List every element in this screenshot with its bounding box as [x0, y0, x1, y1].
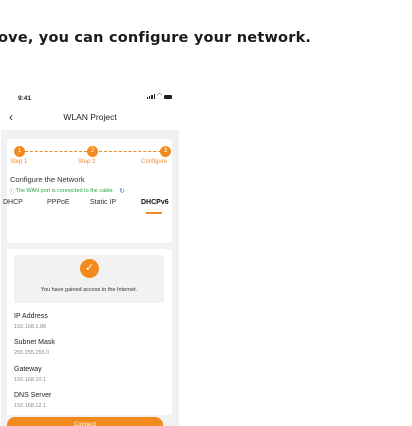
step-2-label: Step 2 — [78, 159, 96, 165]
step-connector — [25, 151, 87, 152]
field-label: IP Address — [14, 313, 48, 320]
field-value: 192.168.10.1 — [14, 377, 47, 383]
field-value: 192.168.12.1 — [14, 403, 47, 409]
dhcpv6-panel: ✓ You have gained access to the Internet… — [7, 249, 172, 415]
field-label: DNS Server — [14, 392, 52, 399]
battery-icon — [164, 94, 172, 99]
status-time: 9:41 — [18, 95, 32, 102]
status-bar: 9:41 ◠ — [1, 84, 179, 106]
page-headline: ove, you can configure your network. — [0, 30, 312, 46]
connection-type-tabs: DHCP PPPoE Static IP DHCPv6 — [3, 199, 172, 214]
signal-icon — [147, 94, 155, 99]
success-box: ✓ You have gained access to the Internet… — [14, 255, 164, 303]
refresh-icon[interactable]: ↻ — [119, 187, 125, 195]
ip-address-field: IP Address 192.168.1.88 — [14, 313, 48, 330]
check-icon: ✓ — [80, 259, 99, 278]
step-3-label: Configure — [141, 159, 168, 165]
step-1-dot: 1 — [14, 146, 25, 157]
field-label: Gateway — [14, 366, 42, 373]
subnet-mask-field: Subnet Mask 255.255.255.0 — [14, 339, 55, 356]
tab-pppoe[interactable]: PPPoE — [47, 199, 70, 206]
field-label: Subnet Mask — [14, 339, 55, 346]
tab-dhcpv6[interactable]: DHCPv6 — [141, 199, 169, 206]
step-progress: 1 2 3 Step 1 Step 2 Configure — [7, 139, 172, 171]
nav-bar: ‹ WLAN Project — [1, 106, 179, 130]
wan-status-note: ⓘ The WAN port is connected to the cable… — [9, 187, 125, 195]
page-title: WLAN Project — [63, 112, 117, 122]
gateway-field: Gateway 192.168.10.1 — [14, 366, 46, 383]
success-message: You have gained access to the Internet. — [40, 287, 138, 293]
section-title: Configure the Network — [10, 175, 85, 184]
status-icons: ◠ — [147, 93, 172, 99]
dns-server-field: DNS Server 192.168.12.1 — [14, 392, 51, 409]
tab-dhcp[interactable]: DHCP — [3, 199, 23, 206]
tab-static-ip[interactable]: Static IP — [90, 199, 116, 206]
field-value: 255.255.255.0 — [14, 350, 50, 356]
active-tab-indicator — [146, 212, 162, 214]
connect-button[interactable]: Connect — [7, 417, 163, 426]
step-2-dot: 2 — [87, 146, 98, 157]
step-3-dot: 3 — [160, 146, 171, 157]
step-connector — [99, 151, 161, 152]
field-value: 192.168.1.88 — [14, 324, 47, 330]
wifi-icon: ◠ — [156, 93, 162, 99]
phone-screen: 9:41 ◠ ‹ WLAN Project 1 2 3 Step 1 Step … — [1, 84, 179, 426]
info-icon: ⓘ — [9, 189, 15, 195]
step-1-label: Step 1 — [10, 159, 28, 165]
wan-status-text: The WAN port is connected to the cable. — [15, 188, 115, 194]
config-card: 1 2 3 Step 1 Step 2 Configure Configure … — [3, 139, 172, 243]
